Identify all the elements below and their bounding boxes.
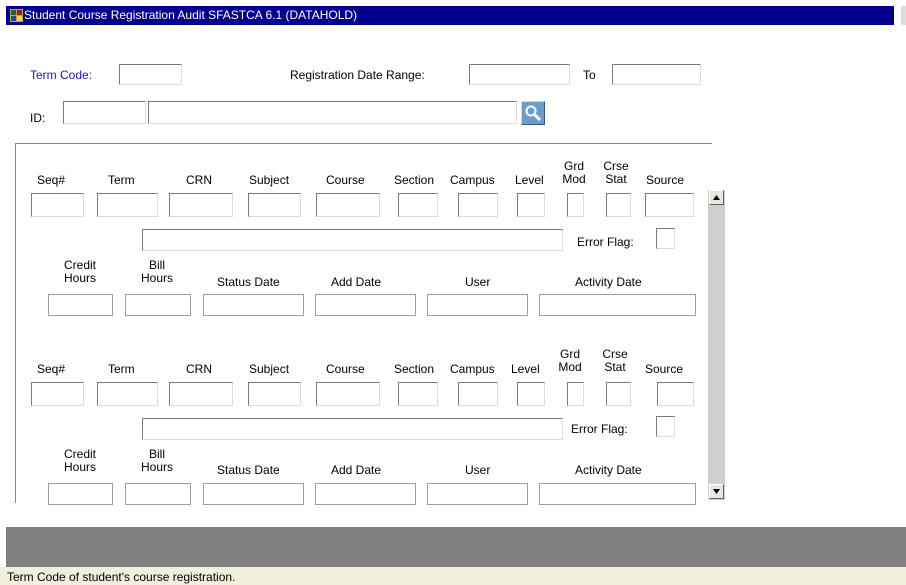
credit-hours-label: Credit Hours <box>63 447 96 474</box>
add-date-field[interactable] <box>315 483 416 505</box>
add-date-field[interactable] <box>315 294 416 316</box>
source-label: Source <box>645 362 684 376</box>
credit-hours-field[interactable] <box>48 483 113 505</box>
term-field[interactable] <box>97 193 158 217</box>
campus-field[interactable] <box>458 193 498 217</box>
error-flag-label: Error Flag: <box>571 422 628 436</box>
status-hint: Term Code of student's course registrati… <box>7 570 236 584</box>
block-border-left <box>15 143 16 503</box>
crse-stat-label: Crse Stat <box>602 347 628 374</box>
error-flag-field[interactable] <box>656 228 675 249</box>
to-label: To <box>583 68 596 82</box>
student-name-field[interactable] <box>148 101 517 124</box>
status-date-label: Status Date <box>217 463 280 477</box>
campus-label: Campus <box>450 173 495 187</box>
level-field[interactable] <box>517 193 545 217</box>
id-label: ID: <box>30 111 46 125</box>
crn-field[interactable] <box>169 193 233 217</box>
add-date-label: Add Date <box>331 275 382 289</box>
grd-mod-field[interactable] <box>567 193 584 217</box>
record-scrollbar[interactable] <box>708 190 725 500</box>
crse-stat-label: Crse Stat <box>603 159 629 186</box>
activity-date-label: Activity Date <box>575 463 642 477</box>
bill-hours-label: Bill Hours <box>140 258 173 285</box>
campus-label: Campus <box>450 362 495 376</box>
arrow-up-icon <box>710 194 723 201</box>
section-field[interactable] <box>398 193 438 217</box>
grd-mod-label: Grd Mod <box>562 159 586 186</box>
term-label: Term <box>108 173 135 187</box>
term-code-label: Term Code: <box>30 68 93 82</box>
activity-date-field[interactable] <box>539 483 696 505</box>
subject-label: Subject <box>249 362 290 376</box>
registration-date-from-field[interactable] <box>469 64 570 85</box>
source-label: Source <box>646 173 685 187</box>
user-field[interactable] <box>427 294 528 316</box>
banner-app-icon <box>10 9 23 22</box>
subject-field[interactable] <box>248 193 301 217</box>
status-date-field[interactable] <box>203 483 304 505</box>
user-label: User <box>465 463 491 477</box>
seq-field[interactable] <box>31 193 84 217</box>
status-date-field[interactable] <box>203 294 304 316</box>
bill-hours-field[interactable] <box>125 294 191 316</box>
message-field[interactable] <box>142 418 563 440</box>
id-field[interactable] <box>63 101 146 124</box>
seq-label: Seq# <box>37 362 66 376</box>
credit-hours-label: Credit Hours <box>63 258 96 285</box>
crn-label: CRN <box>186 362 212 376</box>
error-flag-field[interactable] <box>656 416 675 437</box>
error-flag-label: Error Flag: <box>577 235 634 249</box>
subject-field[interactable] <box>248 382 301 406</box>
section-label: Section <box>394 362 435 376</box>
activity-date-field[interactable] <box>539 294 696 316</box>
window-edge <box>901 6 906 25</box>
crse-stat-field[interactable] <box>606 382 631 406</box>
registration-date-to-field[interactable] <box>612 64 701 85</box>
status-date-label: Status Date <box>217 275 280 289</box>
credit-hours-field[interactable] <box>48 294 113 316</box>
bill-hours-field[interactable] <box>125 483 191 505</box>
scroll-down-button[interactable] <box>709 484 724 499</box>
course-label: Course <box>326 173 365 187</box>
crse-stat-field[interactable] <box>606 193 631 217</box>
campus-field[interactable] <box>458 382 498 406</box>
course-field[interactable] <box>316 382 380 406</box>
scroll-up-button[interactable] <box>709 190 724 205</box>
user-field[interactable] <box>427 483 528 505</box>
level-label: Level <box>515 173 544 187</box>
activity-date-label: Activity Date <box>575 275 642 289</box>
message-field[interactable] <box>142 229 563 251</box>
user-label: User <box>465 275 491 289</box>
grd-mod-label: Grd Mod <box>558 347 582 374</box>
arrow-down-icon <box>710 488 723 495</box>
crn-label: CRN <box>186 173 212 187</box>
subject-label: Subject <box>249 173 290 187</box>
search-button[interactable] <box>521 101 545 125</box>
source-field[interactable] <box>657 382 694 406</box>
grd-mod-field[interactable] <box>567 382 584 406</box>
crn-field[interactable] <box>169 382 233 406</box>
canvas-gray-area <box>6 527 906 567</box>
level-field[interactable] <box>517 382 545 406</box>
registration-date-range-label: Registration Date Range: <box>290 68 425 82</box>
search-icon <box>522 105 544 127</box>
term-label: Term <box>108 362 135 376</box>
block-border-top <box>15 143 712 144</box>
source-field[interactable] <box>645 193 694 217</box>
course-label: Course <box>326 362 365 376</box>
seq-label: Seq# <box>37 173 66 187</box>
term-field[interactable] <box>97 382 158 406</box>
level-label: Level <box>511 362 540 376</box>
bill-hours-label: Bill Hours <box>140 447 173 474</box>
add-date-label: Add Date <box>331 463 382 477</box>
course-field[interactable] <box>316 193 380 217</box>
term-code-field[interactable] <box>119 64 182 85</box>
section-label: Section <box>394 173 435 187</box>
seq-field[interactable] <box>31 382 84 406</box>
section-field[interactable] <box>398 382 438 406</box>
window-title: Student Course Registration Audit SFASTC… <box>24 8 358 22</box>
